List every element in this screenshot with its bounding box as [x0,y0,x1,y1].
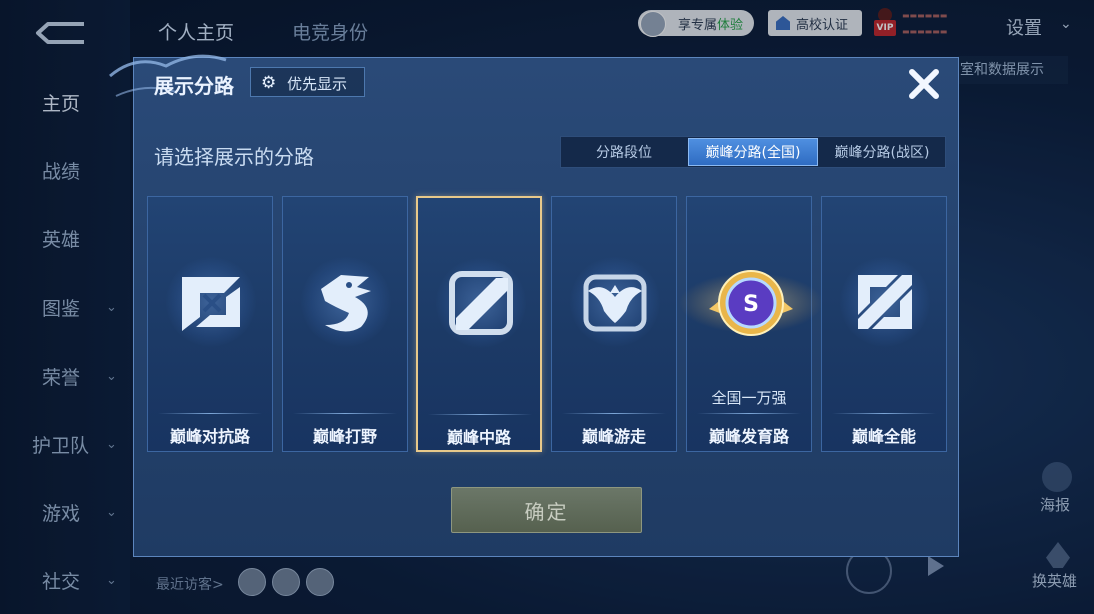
lane-card-label: 巅峰中路 [446,428,511,447]
card-divider [293,413,397,414]
lane-card-label: 巅峰发育路 [708,427,789,446]
priority-display-button[interactable]: ⚙ 优先显示 [250,67,365,97]
tab-lane-rank[interactable]: 分路段位 [561,138,687,166]
all-round-icon [858,275,912,329]
lane-card-roam[interactable]: 巅峰游走 [551,196,677,452]
lane-card-mid[interactable]: 巅峰中路 [416,196,542,452]
jungle-dragon-icon [321,275,371,332]
lane-card-clash[interactable]: 巅峰对抗路 [147,196,273,452]
card-divider [158,413,262,414]
clash-lane-icon [182,277,240,331]
card-divider [832,413,936,414]
lane-card-label: 巅峰游走 [581,427,646,446]
lane-rank-text: 全国一万强 [711,389,787,407]
tab-peak-lane-national[interactable]: 巅峰分路(全国) [688,138,818,166]
lane-card-jungle[interactable]: 巅峰打野 [282,196,408,452]
lane-card-farm[interactable]: S 全国一万强 巅峰发育路 [679,196,823,452]
lane-card-all-round[interactable]: 巅峰全能 [821,196,947,452]
gear-icon: ⚙ [261,73,277,93]
mid-lane-icon [449,271,513,335]
dialog-title: 展示分路 [154,74,234,98]
tab-peak-lane-region[interactable]: 巅峰分路(战区) [819,138,945,166]
lane-card-label: 巅峰打野 [312,427,377,446]
card-divider [562,413,666,414]
lane-card-label: 巅峰对抗路 [169,427,250,446]
roam-wings-icon [583,274,647,332]
card-divider [697,413,801,414]
lane-card-label: 巅峰全能 [851,427,916,446]
dialog-subtitle: 请选择展示的分路 [154,145,314,169]
card-divider [428,414,532,415]
close-icon[interactable] [904,64,944,104]
farm-lane-badge-icon: S [679,270,823,336]
priority-button-label: 优先显示 [287,75,348,93]
confirm-button[interactable]: 确定 [451,487,642,533]
svg-text:S: S [743,292,759,317]
lane-type-segmented-control: 分路段位 巅峰分路(全国) 巅峰分路(战区) [560,136,946,168]
